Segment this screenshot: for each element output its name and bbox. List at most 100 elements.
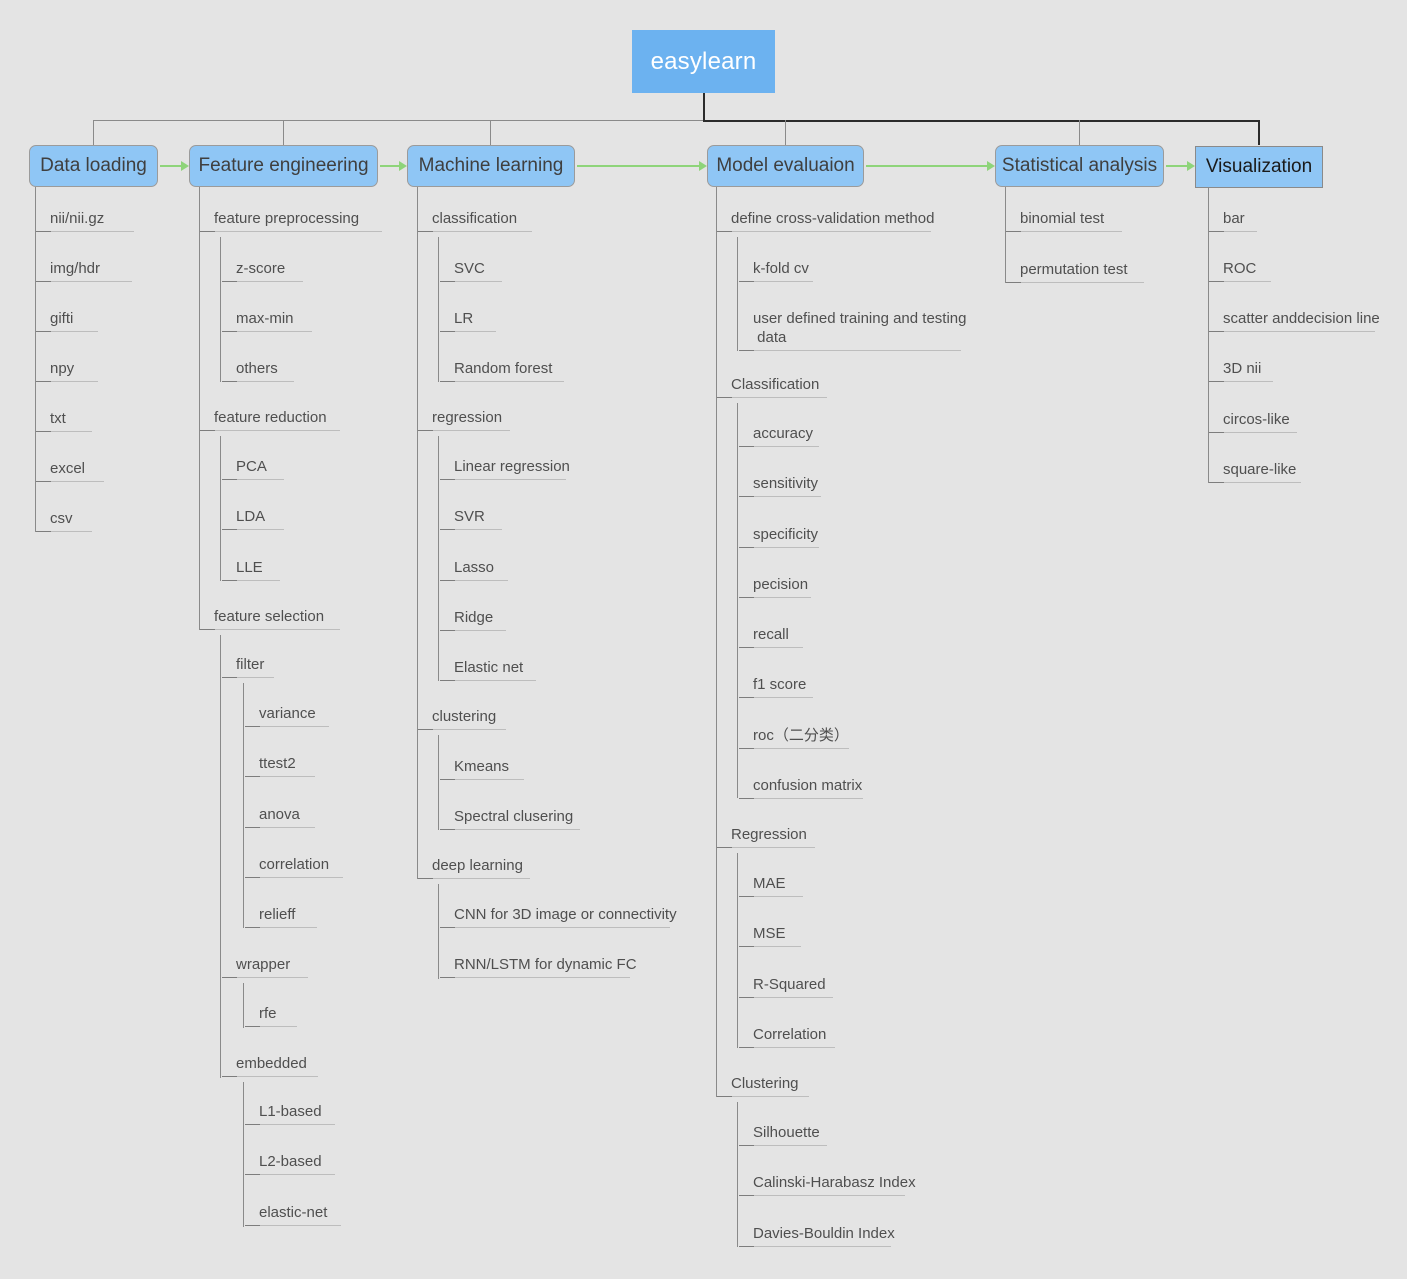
item-stub	[222, 381, 237, 382]
flow-arrow-line-1	[160, 165, 182, 167]
item-stub	[222, 479, 237, 480]
item-underline	[418, 231, 532, 232]
item-label: rfe	[259, 1005, 277, 1022]
item-stub	[739, 748, 754, 749]
top-node-data-loading[interactable]: Data loading	[29, 145, 158, 187]
item-stub	[222, 331, 237, 332]
item-underline	[418, 878, 530, 879]
item-stub	[200, 231, 215, 232]
item-label: LLE	[236, 559, 263, 576]
flow-arrow-line-5	[1166, 165, 1188, 167]
item-stub	[418, 878, 433, 879]
item-label: Lasso	[454, 559, 495, 576]
item-label: others	[236, 360, 278, 377]
top-node-feature-engineering[interactable]: Feature engineering	[189, 145, 378, 187]
item-label: max-min	[236, 310, 294, 327]
item-label: regression	[432, 409, 503, 426]
item-stub	[440, 580, 455, 581]
item-label: f1 score	[753, 676, 807, 693]
item-label: csv	[50, 510, 73, 527]
item-stub	[1006, 231, 1021, 232]
item-stub	[440, 281, 455, 282]
flow-arrow-head-1	[181, 161, 189, 171]
item-label: accuracy	[753, 425, 814, 442]
item-stub	[418, 430, 433, 431]
item-label: classification	[432, 210, 518, 227]
item-label: SVR	[454, 508, 485, 525]
item-label: bar	[1223, 210, 1245, 227]
top-node-machine-learning[interactable]: Machine learning	[407, 145, 575, 187]
flow-arrow-head-2	[399, 161, 407, 171]
spine-wrapper	[243, 983, 244, 1028]
item-stub	[200, 629, 215, 630]
item-stub	[440, 779, 455, 780]
item-label: elastic-net	[259, 1204, 328, 1221]
item-label: Calinski-Harabasz Index	[753, 1174, 916, 1191]
item-stub	[739, 597, 754, 598]
item-label: RNN/LSTM for dynamic FC	[454, 956, 637, 973]
drop-feature-engineering	[283, 120, 284, 145]
spine-model-evaluation	[716, 187, 717, 1097]
item-label: k-fold cv	[753, 260, 809, 277]
item-stub	[245, 1225, 260, 1226]
item-label: z-score	[236, 260, 286, 277]
item-label: Elastic net	[454, 659, 524, 676]
item-label: pecision	[753, 576, 809, 593]
item-stub	[440, 630, 455, 631]
top-node-label: Machine learning	[418, 155, 564, 176]
flow-arrow-line-2	[380, 165, 400, 167]
top-bus-left	[93, 120, 704, 121]
item-underline	[739, 748, 849, 749]
top-node-label: Feature engineering	[198, 155, 369, 176]
item-label: img/hdr	[50, 260, 101, 277]
item-label: LDA	[236, 508, 266, 525]
top-bus-right	[703, 120, 1259, 122]
item-label: Linear regression	[454, 458, 570, 475]
item-label: CNN for 3D image or connectivity	[454, 906, 677, 923]
item-stub	[1209, 231, 1224, 232]
spine-ml-clustering	[438, 735, 439, 830]
item-stub	[739, 1195, 754, 1196]
top-node-model-evaluation[interactable]: Model evaluaion	[707, 145, 864, 187]
item-underline	[200, 629, 340, 630]
item-stub	[245, 1124, 260, 1125]
item-stub	[36, 481, 51, 482]
item-stub	[36, 431, 51, 432]
item-stub	[245, 877, 260, 878]
item-stub	[245, 776, 260, 777]
item-stub	[717, 231, 732, 232]
item-underline	[739, 1246, 891, 1247]
item-label: Regression	[731, 826, 807, 843]
item-stub	[739, 1047, 754, 1048]
spine-filter	[243, 683, 244, 928]
item-stub	[36, 331, 51, 332]
item-stub	[36, 231, 51, 232]
spine-embedded	[243, 1082, 244, 1227]
item-label: scatter anddecision line	[1223, 310, 1380, 327]
item-label: Silhouette	[753, 1124, 820, 1141]
item-stub	[36, 381, 51, 382]
drop-model-evaluation	[785, 120, 786, 145]
item-stub	[222, 580, 237, 581]
item-label: permutation test	[1020, 261, 1128, 278]
item-label: specificity	[753, 526, 819, 543]
item-stub	[739, 798, 754, 799]
top-node-statistical-analysis[interactable]: Statistical analysis	[995, 145, 1164, 187]
item-label: correlation	[259, 856, 330, 873]
item-label: 3D nii	[1223, 360, 1262, 377]
top-node-visualization[interactable]: Visualization	[1195, 146, 1323, 188]
spine-eval-clustering	[737, 1102, 738, 1247]
item-stub	[739, 547, 754, 548]
item-label: Clustering	[731, 1075, 799, 1092]
item-stub	[222, 977, 237, 978]
item-label: wrapper	[236, 956, 291, 973]
spine-machine-learning	[417, 187, 418, 879]
item-stub	[739, 647, 754, 648]
top-node-label: Model evaluaion	[716, 155, 855, 176]
item-label: feature preprocessing	[214, 210, 360, 227]
mindmap-canvas: easylearn Data loading Feature engineeri…	[0, 0, 1407, 1279]
item-label: nii/nii.gz	[50, 210, 105, 227]
item-label: MSE	[753, 925, 786, 942]
item-underline	[1006, 282, 1144, 283]
root-node-easylearn[interactable]: easylearn	[632, 30, 775, 93]
